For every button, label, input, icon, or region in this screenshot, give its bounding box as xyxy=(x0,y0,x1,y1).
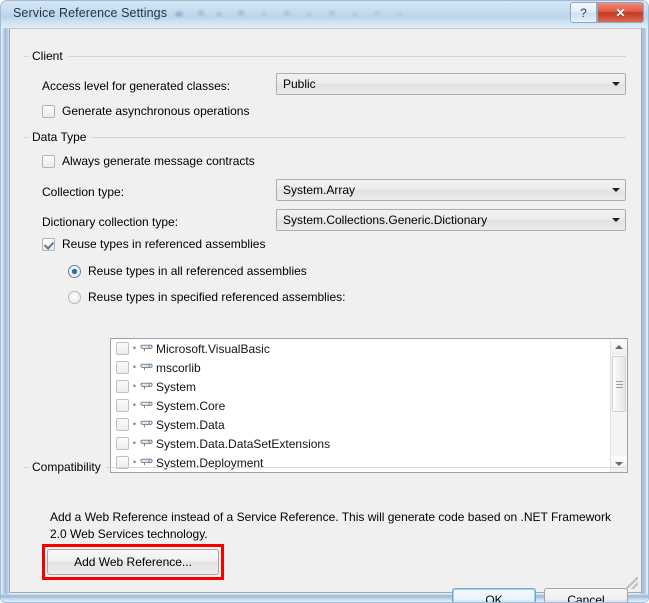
expand-node-icon[interactable]: • xyxy=(129,439,140,448)
radio-reuse-types-all-label: Reuse types in all referenced assemblies xyxy=(88,264,307,278)
assembly-list-scrollbar[interactable] xyxy=(610,339,627,472)
client-group-title: Client xyxy=(29,48,68,64)
assembly-checkbox[interactable] xyxy=(116,437,129,450)
always-generate-message-contracts-label: Always generate message contracts xyxy=(62,154,255,168)
compatibility-description: Add a Web Reference instead of a Service… xyxy=(50,510,611,541)
assembly-name-label: System.Core xyxy=(156,398,226,413)
dictionary-collection-type-combobox[interactable]: System.Collections.Generic.Dictionary xyxy=(276,209,626,231)
access-level-label: Access level for generated classes: xyxy=(42,79,231,93)
assembly-name-label: mscorlib xyxy=(156,360,201,375)
checkbox-box xyxy=(42,237,55,251)
assembly-icon xyxy=(140,438,153,449)
assembly-checkbox[interactable] xyxy=(116,418,129,431)
assembly-name-label: Microsoft.VisualBasic xyxy=(156,341,270,356)
radio-button-mark xyxy=(68,290,81,304)
checkbox-box xyxy=(42,154,55,168)
assembly-list-item[interactable]: • Microsoft.VisualBasic xyxy=(111,339,627,358)
chevron-down-icon xyxy=(607,188,625,192)
generate-async-operations-checkbox[interactable]: Generate asynchronous operations xyxy=(42,104,249,118)
compatibility-group-title: Compatibility xyxy=(29,459,106,475)
scrollbar-thumb[interactable] xyxy=(612,356,626,412)
always-generate-message-contracts-checkbox[interactable]: Always generate message contracts xyxy=(42,154,255,168)
assembly-list-item[interactable]: • System.Data.DataSetExtensions xyxy=(111,434,627,453)
generate-async-operations-label: Generate asynchronous operations xyxy=(62,104,250,118)
dictionary-collection-type-value: System.Collections.Generic.Dictionary xyxy=(283,213,488,227)
access-level-combobox[interactable]: Public xyxy=(276,73,626,95)
assembly-icon xyxy=(140,381,153,392)
access-level-value: Public xyxy=(283,77,316,91)
assembly-name-label: System.Data xyxy=(156,417,225,432)
assembly-list-item[interactable]: • mscorlib xyxy=(111,358,627,377)
assembly-checkbox[interactable] xyxy=(116,399,129,412)
window-glass-border-left xyxy=(1,1,9,602)
client-group-divider xyxy=(24,56,626,57)
blurred-title-region xyxy=(169,5,429,21)
reuse-types-in-referenced-assemblies-checkbox[interactable]: Reuse types in referenced assemblies xyxy=(42,237,265,251)
close-button[interactable]: ✕ xyxy=(597,2,644,23)
assembly-rows-container: • Microsoft.VisualBasic • mscorlib • System • S… xyxy=(111,339,627,472)
assembly-name-label: System xyxy=(156,379,197,394)
chevron-down-icon xyxy=(607,218,625,222)
dialog-window: Service Reference Settings ? ✕ Client Ac… xyxy=(0,0,649,603)
assembly-icon xyxy=(140,400,153,411)
data-type-group-divider xyxy=(24,137,626,138)
radio-reuse-types-all[interactable]: Reuse types in all referenced assemblies xyxy=(68,264,307,278)
chevron-down-icon xyxy=(607,82,625,86)
assembly-name-label: System.Data.DataSetExtensions xyxy=(156,436,331,451)
referenced-assemblies-list[interactable]: • Microsoft.VisualBasic • mscorlib • System • S… xyxy=(110,338,628,473)
reuse-types-label: Reuse types in referenced assemblies xyxy=(62,237,266,251)
expand-node-icon[interactable]: • xyxy=(129,344,140,353)
assembly-checkbox[interactable] xyxy=(116,380,129,393)
cancel-button[interactable]: Cancel xyxy=(544,588,628,602)
assembly-checkbox[interactable] xyxy=(116,342,129,355)
assembly-list-item[interactable]: • System.Core xyxy=(111,396,627,415)
assembly-icon xyxy=(140,419,153,430)
expand-node-icon[interactable]: • xyxy=(129,401,140,410)
checkbox-box xyxy=(42,104,55,118)
radio-reuse-types-specified-label: Reuse types in specified referenced asse… xyxy=(88,290,346,304)
dialog-client-area: Client Access level for generated classe… xyxy=(9,28,642,602)
assembly-icon xyxy=(140,362,153,373)
collection-type-value: System.Array xyxy=(283,183,356,197)
expand-node-icon[interactable]: • xyxy=(129,420,140,429)
compatibility-group-divider xyxy=(24,467,626,468)
assembly-list-item[interactable]: • System xyxy=(111,377,627,396)
resize-grip-icon[interactable] xyxy=(626,577,638,589)
assembly-list-item[interactable]: • System.Data xyxy=(111,415,627,434)
window-title: Service Reference Settings xyxy=(13,6,168,20)
radio-reuse-types-specified[interactable]: Reuse types in specified referenced asse… xyxy=(68,290,345,304)
expand-node-icon[interactable]: • xyxy=(129,382,140,391)
assembly-checkbox[interactable] xyxy=(116,361,129,374)
ok-button[interactable]: OK xyxy=(452,588,536,602)
title-bar[interactable]: Service Reference Settings ? ✕ xyxy=(1,1,648,28)
radio-button-mark xyxy=(68,264,81,278)
help-button[interactable]: ? xyxy=(570,2,597,23)
dictionary-collection-type-label: Dictionary collection type: xyxy=(42,215,179,229)
scrollbar-grip-icon xyxy=(616,381,623,388)
add-web-reference-button[interactable]: Add Web Reference... xyxy=(47,549,219,575)
data-type-group-title: Data Type xyxy=(29,129,92,145)
scroll-up-icon[interactable] xyxy=(611,339,627,355)
assembly-icon xyxy=(140,343,153,354)
collection-type-combobox[interactable]: System.Array xyxy=(276,179,626,201)
collection-type-label: Collection type: xyxy=(42,185,125,199)
expand-node-icon[interactable]: • xyxy=(129,363,140,372)
